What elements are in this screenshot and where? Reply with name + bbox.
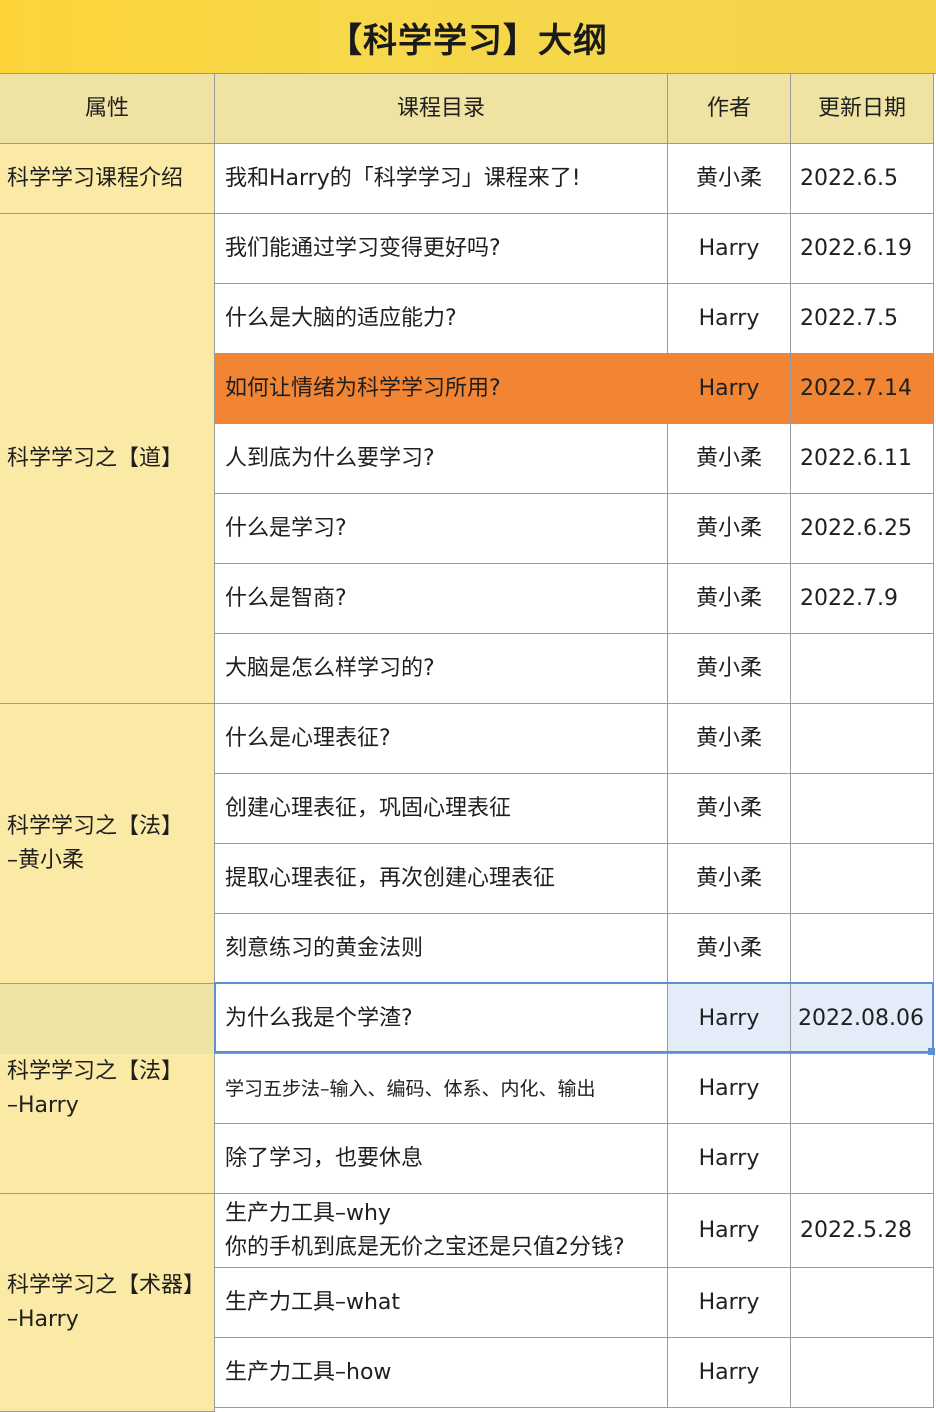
group-cell-fa-huang[interactable]: 科学学习之【法】 –黄小柔 xyxy=(0,704,215,984)
course-cell[interactable]: 什么是心理表征? xyxy=(215,704,668,774)
date-cell[interactable] xyxy=(791,1268,934,1338)
fill-handle[interactable] xyxy=(928,1048,935,1055)
date-cell[interactable]: 2022.6.5 xyxy=(791,144,934,214)
author-cell[interactable]: Harry xyxy=(668,1268,791,1338)
author-cell[interactable]: 黄小柔 xyxy=(668,914,791,984)
author-cell[interactable]: 黄小柔 xyxy=(668,844,791,914)
author-cell[interactable]: 黄小柔 xyxy=(668,774,791,844)
author-cell-selected[interactable]: Harry xyxy=(668,984,791,1054)
group-label: 科学学习课程介绍 xyxy=(7,165,184,191)
group-label: 科学学习之【道】 xyxy=(7,445,184,471)
course-line: 你的手机到底是无价之宝还是只值2分钱? xyxy=(225,1234,625,1260)
course-cell[interactable]: 创建心理表征，巩固心理表征 xyxy=(215,774,668,844)
date-cell[interactable]: 2022.6.11 xyxy=(791,424,934,494)
course-cell[interactable]: 人到底为什么要学习? xyxy=(215,424,668,494)
course-cell[interactable]: 生产力工具–what xyxy=(215,1268,668,1338)
date-cell[interactable] xyxy=(791,844,934,914)
date-cell[interactable]: 2022.6.25 xyxy=(791,494,934,564)
author-cell[interactable]: Harry xyxy=(668,1054,791,1124)
course-cell[interactable]: 生产力工具–why 你的手机到底是无价之宝还是只值2分钱? xyxy=(215,1194,668,1268)
group-label-sub: –Harry xyxy=(7,1092,79,1118)
group-cell-dao[interactable]: 科学学习之【道】 xyxy=(0,214,215,704)
group-label: 科学学习之【术器】 xyxy=(7,1272,206,1298)
date-cell[interactable] xyxy=(791,1338,934,1408)
course-cell[interactable]: 刻意练习的黄金法则 xyxy=(215,914,668,984)
sheet-title[interactable]: 【科学学习】大纲 xyxy=(0,0,936,74)
group-cell-intro[interactable]: 科学学习课程介绍 xyxy=(0,144,215,214)
course-cell[interactable]: 提取心理表征，再次创建心理表征 xyxy=(215,844,668,914)
date-cell[interactable] xyxy=(791,704,934,774)
course-cell-selected[interactable]: 为什么我是个学渣? xyxy=(215,984,668,1054)
date-cell[interactable] xyxy=(791,1054,934,1124)
author-cell[interactable]: Harry xyxy=(668,284,791,354)
course-cell[interactable]: 我和Harry的「科学学习」课程来了! xyxy=(215,144,668,214)
date-cell[interactable] xyxy=(791,914,934,984)
date-cell-selected[interactable]: 2022.08.06 xyxy=(791,984,934,1054)
date-cell[interactable] xyxy=(791,774,934,844)
header-attr[interactable]: 属性 xyxy=(0,74,215,144)
course-cell-highlighted[interactable]: 如何让情绪为科学学习所用? xyxy=(215,354,668,424)
group-label-sub: –Harry xyxy=(7,1306,79,1332)
group-label: 科学学习之【法】 xyxy=(7,1058,184,1084)
date-cell[interactable]: 2022.7.9 xyxy=(791,564,934,634)
date-cell[interactable] xyxy=(791,634,934,704)
group-cell-fa-harry[interactable]: 科学学习之【法】 –Harry xyxy=(0,984,215,1194)
course-cell[interactable]: 什么是智商? xyxy=(215,564,668,634)
group-label-sub: –黄小柔 xyxy=(7,847,85,873)
course-cell[interactable]: 什么是大脑的适应能力? xyxy=(215,284,668,354)
header-date[interactable]: 更新日期 xyxy=(791,74,934,144)
course-cell[interactable]: 什么是学习? xyxy=(215,494,668,564)
author-cell[interactable]: 黄小柔 xyxy=(668,494,791,564)
author-cell[interactable]: 黄小柔 xyxy=(668,424,791,494)
author-cell[interactable]: 黄小柔 xyxy=(668,634,791,704)
author-cell-highlighted[interactable]: Harry xyxy=(668,354,791,424)
author-cell[interactable]: Harry xyxy=(668,1124,791,1194)
author-cell[interactable]: 黄小柔 xyxy=(668,144,791,214)
course-cell[interactable]: 大脑是怎么样学习的? xyxy=(215,634,668,704)
header-course[interactable]: 课程目录 xyxy=(215,74,668,144)
date-cell[interactable] xyxy=(791,1124,934,1194)
author-cell[interactable]: 黄小柔 xyxy=(668,564,791,634)
author-cell[interactable]: Harry xyxy=(668,1194,791,1268)
course-cell[interactable]: 学习五步法–输入、编码、体系、内化、输出 xyxy=(215,1054,668,1124)
date-cell-highlighted[interactable]: 2022.7.14 xyxy=(791,354,934,424)
author-cell[interactable]: Harry xyxy=(668,214,791,284)
header-author[interactable]: 作者 xyxy=(668,74,791,144)
course-cell[interactable]: 除了学习，也要休息 xyxy=(215,1124,668,1194)
group-cell-shuqi[interactable]: 科学学习之【术器】 –Harry xyxy=(0,1194,215,1412)
author-cell[interactable]: 黄小柔 xyxy=(668,704,791,774)
course-line: 生产力工具–why xyxy=(225,1200,391,1226)
group-label: 科学学习之【法】 xyxy=(7,813,184,839)
date-cell[interactable]: 2022.6.19 xyxy=(791,214,934,284)
date-cell[interactable]: 2022.5.28 xyxy=(791,1194,934,1268)
date-cell[interactable]: 2022.7.5 xyxy=(791,284,934,354)
author-cell[interactable]: Harry xyxy=(668,1338,791,1408)
course-cell[interactable]: 我们能通过学习变得更好吗? xyxy=(215,214,668,284)
spreadsheet: 【科学学习】大纲 属性 课程目录 作者 更新日期 科学学习课程介绍 科学学习之【… xyxy=(0,0,936,1412)
course-cell[interactable]: 生产力工具–how xyxy=(215,1338,668,1408)
